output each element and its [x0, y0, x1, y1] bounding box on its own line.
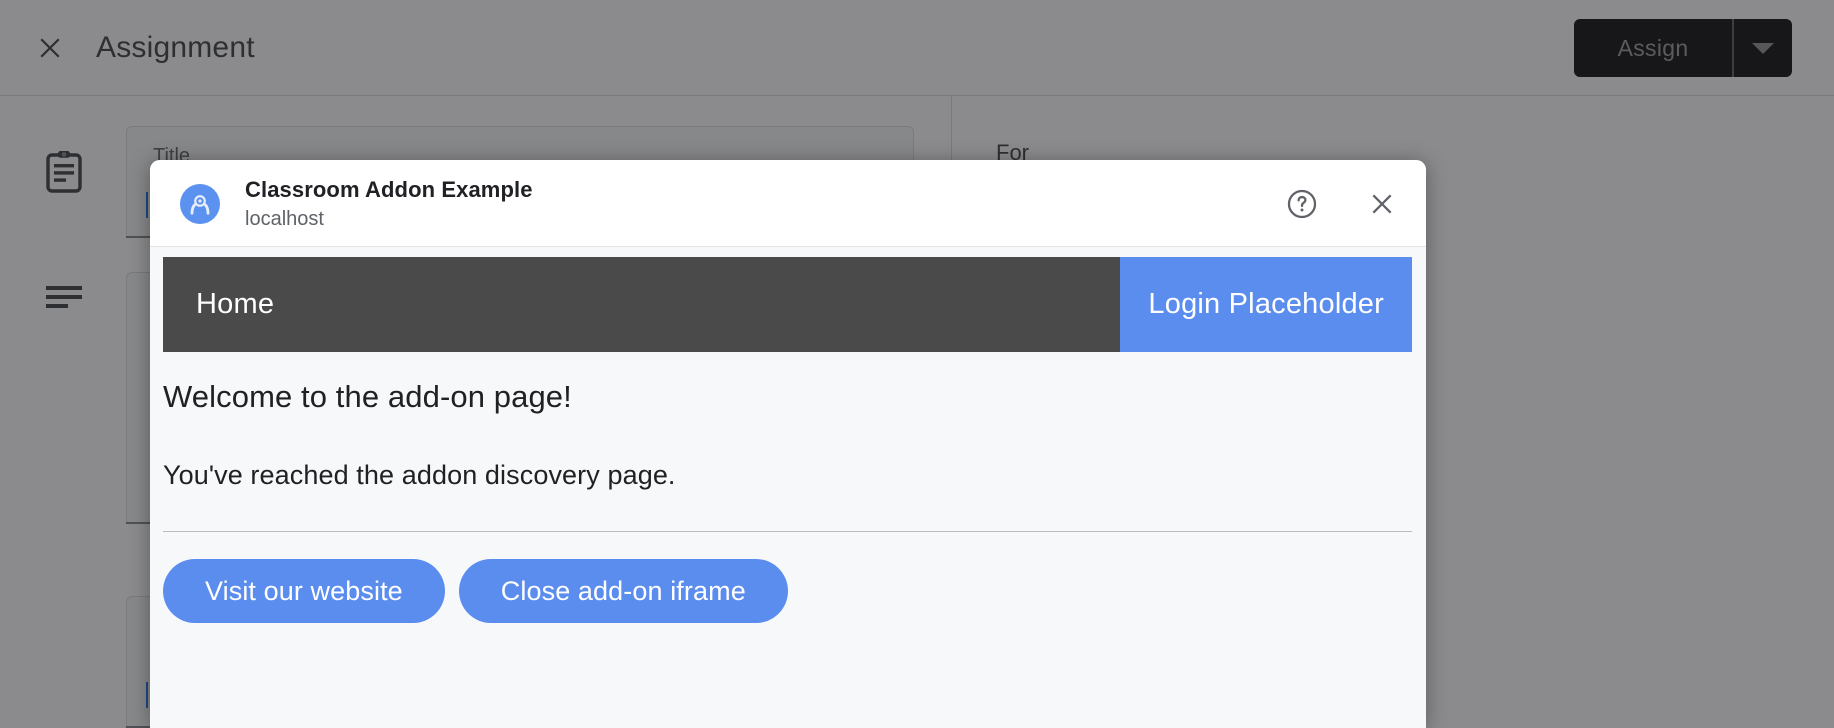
addon-navbar: Home Login Placeholder: [163, 257, 1412, 352]
dialog-app-origin: localhost: [245, 208, 324, 230]
content-divider: [163, 531, 1412, 532]
classroom-addon-app-icon: [180, 184, 220, 224]
welcome-heading: Welcome to the add-on page!: [163, 379, 572, 414]
addon-content: Welcome to the add-on page! You've reach…: [163, 367, 1412, 728]
nav-login-placeholder[interactable]: Login Placeholder: [1120, 257, 1412, 352]
visit-website-button[interactable]: Visit our website: [163, 559, 445, 623]
addon-action-buttons: Visit our website Close add-on iframe: [163, 559, 788, 623]
dialog-header: Classroom Addon Example localhost: [150, 160, 1426, 246]
nav-home-link[interactable]: Home: [163, 288, 1120, 321]
addon-dialog: Classroom Addon Example localhost Home L…: [150, 160, 1426, 728]
addon-glyph-icon: [190, 195, 210, 215]
screen: Assignment Assign: [0, 0, 1834, 728]
dialog-help-button[interactable]: [1280, 182, 1324, 226]
close-icon: [1372, 194, 1392, 214]
help-circle-icon: [1287, 189, 1317, 219]
dialog-close-button[interactable]: [1360, 182, 1404, 226]
close-addon-iframe-button[interactable]: Close add-on iframe: [458, 559, 788, 623]
addon-iframe: Home Login Placeholder Welcome to the ad…: [150, 246, 1426, 728]
welcome-subtext: You've reached the addon discovery page.: [163, 460, 676, 490]
dialog-app-title: Classroom Addon Example: [245, 177, 533, 202]
